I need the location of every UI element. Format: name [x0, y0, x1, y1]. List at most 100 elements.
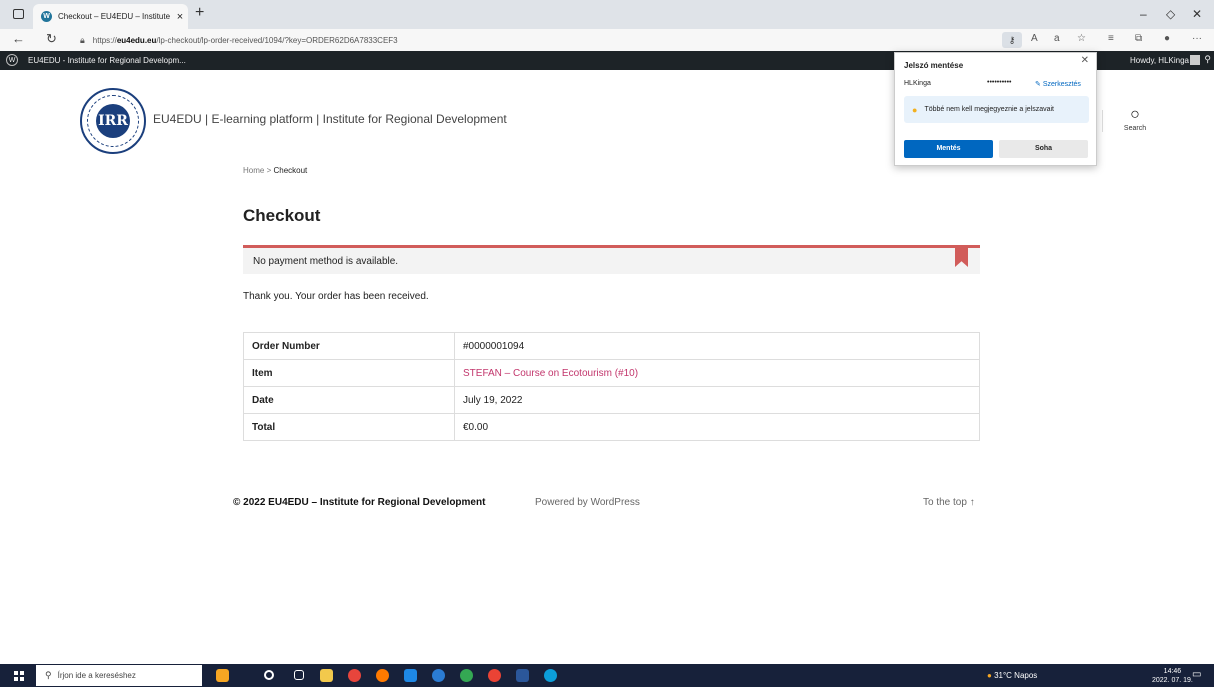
translate-icon[interactable]: a	[1054, 33, 1060, 44]
popup-title: Jelszó mentése	[904, 61, 964, 70]
total-value: €0.00	[454, 413, 980, 441]
footer-copyright[interactable]: © 2022 EU4EDU – Institute for Regional D…	[233, 497, 485, 508]
date-value: July 19, 2022	[454, 386, 980, 414]
clock[interactable]: 14:46 2022. 07. 19.	[1152, 667, 1193, 685]
to-the-top-link[interactable]: To the top ↑	[923, 497, 975, 508]
new-tab-icon[interactable]: +	[195, 4, 204, 22]
date-label: Date	[243, 386, 455, 414]
order-details-table: Order Number #0000001094 Item STEFAN – C…	[243, 332, 980, 441]
minimize-icon[interactable]: –	[1140, 7, 1147, 21]
breadcrumb-home[interactable]: Home	[243, 166, 264, 175]
wp-site-name[interactable]: EU4EDU - Institute for Regional Developm…	[28, 56, 186, 65]
save-password-button[interactable]: Mentés	[904, 140, 993, 158]
breadcrumb-current: Checkout	[273, 166, 308, 175]
saved-username: HLKinga	[904, 80, 931, 87]
edit-link[interactable]: ✎ Szerkesztés	[1035, 80, 1081, 88]
taskbar-search-input[interactable]: ⚲ Írjon ide a kereséshez	[36, 665, 202, 686]
saved-password-mask: ••••••••••	[987, 79, 1012, 86]
close-tab-icon[interactable]: ×	[172, 11, 188, 23]
password-tip: ● Többé nem kell megjegyeznie a jelszava…	[904, 96, 1089, 123]
item-link[interactable]: STEFAN – Course on Ecotourism (#10)	[463, 368, 638, 379]
edit-label: Szerkesztés	[1042, 81, 1081, 88]
breadcrumb-separator: >	[266, 166, 272, 175]
restore-icon[interactable]: ◇	[1166, 7, 1175, 21]
item-cell: STEFAN – Course on Ecotourism (#10)	[454, 359, 980, 387]
edge-icon[interactable]	[544, 669, 557, 682]
read-aloud-icon[interactable]: A	[1031, 33, 1038, 44]
search-button[interactable]: ○ Search	[1118, 106, 1152, 132]
firefox-icon[interactable]	[376, 669, 389, 682]
search-icon: ○	[1130, 106, 1140, 123]
header-divider	[1102, 110, 1103, 132]
order-number-value: #0000001094	[454, 332, 980, 360]
footer-powered-by[interactable]: Powered by WordPress	[535, 497, 640, 508]
lock-icon: 🔒︎	[80, 34, 85, 45]
total-label: Total	[243, 413, 455, 441]
wp-howdy[interactable]: Howdy, HLKinga	[1130, 56, 1189, 65]
site-logo[interactable]: IRR	[80, 88, 146, 154]
lightbulb-icon: ●	[912, 104, 918, 115]
search-icon: ⚲	[45, 670, 52, 680]
page-title: Checkout	[243, 206, 321, 225]
refresh-icon[interactable]: ↻	[46, 31, 57, 47]
task-view-icon[interactable]	[294, 670, 304, 680]
order-received-message: Thank you. Your order has been received.	[243, 291, 429, 302]
circle-icon[interactable]	[264, 670, 274, 680]
tip-text: Többé nem kell megjegyeznie a jelszavait	[924, 106, 1055, 113]
collections-icon[interactable]: ⧉	[1135, 33, 1142, 44]
weather-text: 31°C Napos	[994, 671, 1038, 680]
sun-icon: ●	[987, 671, 992, 680]
back-icon[interactable]: ←	[12, 31, 25, 46]
close-icon[interactable]: ✕	[1081, 55, 1089, 66]
site-title[interactable]: EU4EDU | E-learning platform | Institute…	[153, 112, 507, 126]
order-number-label: Order Number	[243, 332, 455, 360]
table-row: Total €0.00	[243, 413, 980, 441]
wordpress-logo-icon[interactable]: W	[6, 54, 18, 66]
windows-taskbar: ⚲ Írjon ide a kereséshez ● 31°C Napos 14…	[0, 664, 1214, 687]
logo-ring	[87, 95, 139, 147]
search-label: Search	[1123, 125, 1147, 132]
notice-text: No payment method is available.	[253, 255, 399, 267]
chrome-icon[interactable]	[348, 669, 361, 682]
bookmark-flag-icon	[955, 248, 968, 267]
table-row: Item STEFAN – Course on Ecotourism (#10)	[243, 359, 980, 387]
wordpress-favicon-icon: W	[41, 11, 52, 22]
url-domain: eu4edu.eu	[116, 35, 157, 45]
tab-title: Checkout – EU4EDU – Institute f…	[58, 12, 172, 21]
save-password-popup: Jelszó mentése ✕ HLKinga •••••••••• ✎ Sz…	[894, 52, 1097, 166]
start-icon[interactable]	[14, 671, 24, 681]
avatar[interactable]	[1190, 55, 1200, 65]
url-field[interactable]: 🔒︎ https://eu4edu.eu/lp-checkout/lp-orde…	[80, 31, 1000, 49]
store-icon[interactable]	[404, 669, 417, 682]
url-prefix: https://	[92, 35, 117, 45]
favorite-add-icon[interactable]: ☆	[1077, 33, 1086, 44]
tab-actions-icon[interactable]	[13, 9, 24, 19]
taskbar-search-placeholder: Írjon ide a kereséshez	[57, 671, 136, 680]
notification-icon[interactable]: ▭	[1192, 669, 1201, 680]
chrome-profile2-icon[interactable]	[488, 669, 501, 682]
table-row: Order Number #0000001094	[243, 332, 980, 360]
password-key-icon[interactable]: ⚷	[1002, 32, 1022, 48]
cortana-icon[interactable]	[216, 669, 229, 682]
address-bar: ← ↻ 🔒︎ https://eu4edu.eu/lp-checkout/lp-…	[0, 29, 1214, 51]
error-notice: No payment method is available.	[243, 245, 980, 274]
tab-checkout[interactable]: W Checkout – EU4EDU – Institute f… ×	[33, 4, 188, 29]
wp-search-icon[interactable]: ⚲	[1204, 54, 1211, 65]
item-label: Item	[243, 359, 455, 387]
chrome-profile-icon[interactable]	[460, 669, 473, 682]
url-path: /lp-checkout/lp-order-received/1094/?key…	[156, 35, 398, 45]
close-window-icon[interactable]: ✕	[1192, 7, 1202, 21]
file-explorer-icon[interactable]	[320, 669, 333, 682]
profile-icon[interactable]: ●	[1164, 33, 1170, 44]
favorites-icon[interactable]: ≡	[1108, 33, 1114, 44]
table-row: Date July 19, 2022	[243, 386, 980, 414]
clock-time: 14:46	[1163, 668, 1182, 675]
browser-tab-bar: W Checkout – EU4EDU – Institute f… × + –…	[0, 0, 1214, 29]
more-icon[interactable]: ···	[1192, 33, 1202, 44]
app-icon[interactable]	[432, 669, 445, 682]
clock-date: 2022. 07. 19.	[1152, 677, 1193, 684]
word-icon[interactable]	[516, 669, 529, 682]
breadcrumb: Home > Checkout	[243, 166, 307, 175]
never-button[interactable]: Soha	[999, 140, 1088, 158]
weather-widget[interactable]: ● 31°C Napos	[987, 671, 1037, 680]
